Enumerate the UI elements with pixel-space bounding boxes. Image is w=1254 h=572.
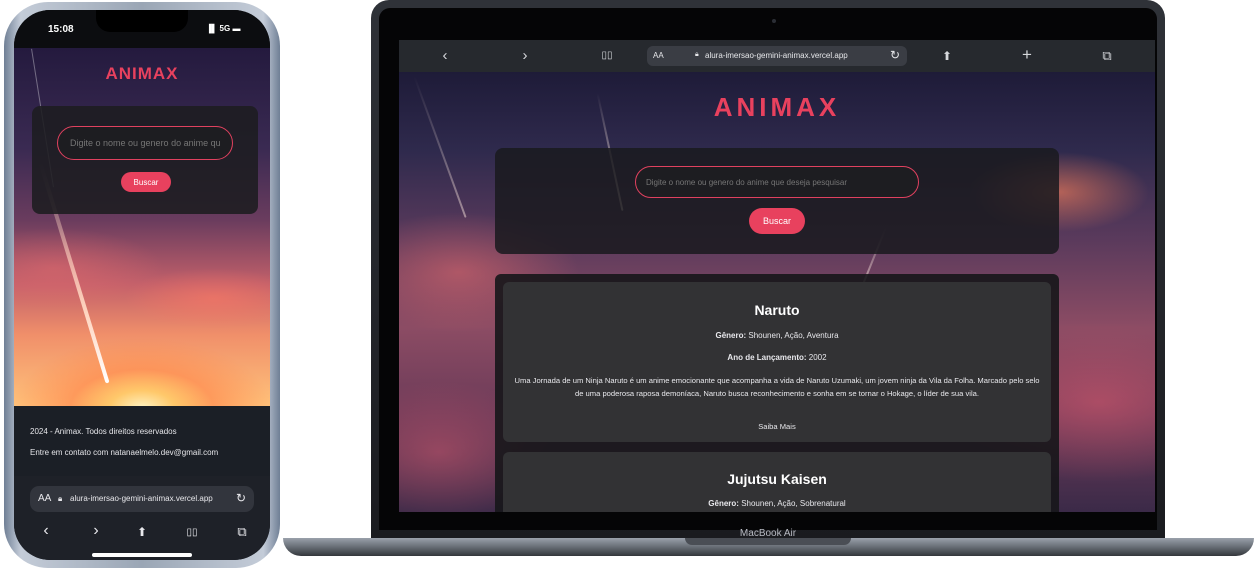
footer-copyright: 2024 - Animax. Todos direitos reservados (30, 427, 177, 436)
browser-toolbar: ‹ › ▯▯ AA 🔒︎ alura-imersao-gemini-animax… (399, 40, 1155, 72)
back-icon[interactable]: ‹ (433, 47, 457, 64)
hero-background: ANIMAX Buscar Naruto Gênero: Shounen, Aç… (399, 72, 1155, 512)
bookmarks-icon[interactable]: ▯▯ (595, 50, 619, 61)
new-tab-icon[interactable]: + (1015, 45, 1039, 65)
lock-icon: 🔒︎ (695, 51, 699, 58)
address-bar[interactable]: AA 🔒︎ alura-imersao-gemini-animax.vercel… (30, 486, 254, 512)
dynamic-island (96, 10, 188, 32)
tabs-icon[interactable]: ⧉ (230, 524, 254, 540)
site-logo[interactable]: ANIMAX (399, 92, 1155, 123)
results-panel: Naruto Gênero: Shounen, Ação, Aventura A… (495, 274, 1059, 512)
forward-icon[interactable]: › (84, 522, 108, 540)
anime-year: Ano de Lançamento: 2002 (503, 353, 1051, 362)
anime-genre: Gênero: Shounen, Ação, Aventura (503, 331, 1051, 340)
genre-label: Gênero: (715, 331, 747, 340)
year-label: Ano de Lançamento: (727, 353, 807, 362)
hero-background: ANIMAX Buscar (14, 48, 270, 406)
anime-card: Naruto Gênero: Shounen, Ação, Aventura A… (503, 282, 1051, 442)
address-url[interactable]: alura-imersao-gemini-animax.vercel.app (70, 494, 226, 503)
genre-value: Shounen, Ação, Sobrenatural (741, 499, 846, 508)
footer-contact: Entre em contato com natanaelmelo.dev@gm… (30, 448, 219, 457)
search-panel: Buscar (32, 106, 258, 214)
address-url[interactable]: alura-imersao-gemini-animax.vercel.app (705, 51, 848, 60)
share-icon[interactable]: ⬆ (130, 525, 154, 539)
search-button[interactable]: Buscar (121, 172, 171, 192)
anime-title: Jujutsu Kaisen (727, 471, 827, 487)
address-bar[interactable]: AA 🔒︎ alura-imersao-gemini-animax.vercel… (647, 46, 907, 66)
share-icon[interactable]: ⬆ (935, 49, 959, 63)
iphone-device: ANIMAX Buscar 15:08 ▐▌ 5G ▬ 2024 - Anima… (4, 2, 280, 568)
search-button[interactable]: Buscar (749, 208, 805, 234)
search-panel: Buscar (495, 148, 1059, 254)
bookmarks-icon[interactable]: ▯▯ (180, 527, 204, 538)
search-input[interactable] (57, 126, 233, 160)
phone-screen: ANIMAX Buscar 15:08 ▐▌ 5G ▬ 2024 - Anima… (14, 10, 270, 560)
site-footer: 2024 - Animax. Todos direitos reservados… (14, 406, 270, 476)
site-logo[interactable]: ANIMAX (14, 64, 270, 84)
macbook-base (283, 538, 1254, 556)
macbook-lid: ‹ › ▯▯ AA 🔒︎ alura-imersao-gemini-animax… (371, 0, 1165, 540)
lid-opening-notch (685, 538, 851, 545)
anime-title: Naruto (754, 302, 800, 318)
anime-genre: Gênero: Shounen, Ação, Sobrenatural (503, 499, 1051, 508)
anime-card: Jujutsu Kaisen Gênero: Shounen, Ação, So… (503, 452, 1051, 512)
camera-icon (772, 19, 776, 23)
saiba-mais-link[interactable]: Saiba Mais (503, 422, 1051, 431)
back-icon[interactable]: ‹ (34, 522, 58, 540)
signal-indicator: ▐▌ 5G ▬ (206, 24, 241, 33)
status-time: 15:08 (48, 24, 74, 35)
search-input[interactable] (635, 166, 919, 198)
reload-icon[interactable]: ↻ (890, 48, 900, 62)
text-size-icon[interactable]: AA (653, 51, 664, 60)
screen-bezel: ‹ › ▯▯ AA 🔒︎ alura-imersao-gemini-animax… (379, 8, 1157, 539)
laptop-screen: ‹ › ▯▯ AA 🔒︎ alura-imersao-gemini-animax… (399, 40, 1155, 512)
forward-icon[interactable]: › (513, 47, 537, 64)
anime-synopsis: Uma Jornada de um Ninja Naruto é um anim… (514, 376, 1040, 398)
lock-icon: 🔒︎ (58, 494, 63, 503)
text-size-icon[interactable]: AA (38, 493, 51, 504)
reload-icon[interactable]: ↻ (236, 491, 246, 505)
genre-value: Shounen, Ação, Aventura (748, 331, 839, 340)
home-indicator (92, 553, 192, 557)
year-value: 2002 (808, 353, 827, 362)
tabs-icon[interactable]: ⧉ (1095, 48, 1119, 64)
genre-label: Gênero: (708, 499, 739, 508)
browser-bottom-bar: AA 🔒︎ alura-imersao-gemini-animax.vercel… (14, 476, 270, 560)
